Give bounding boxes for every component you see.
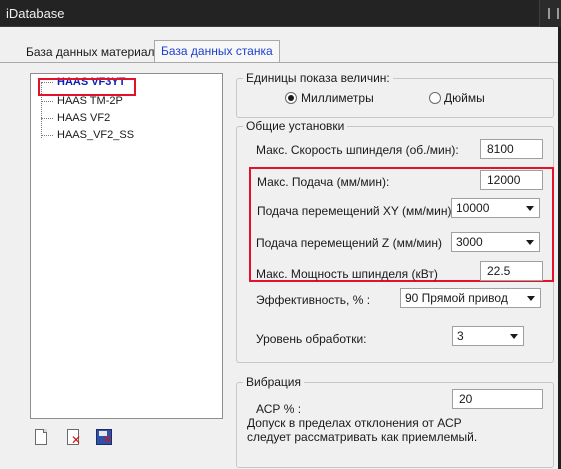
rapid-z-select[interactable]: 3000 [451, 232, 540, 252]
acp-note-line-2: следует рассматривать как приемлемый. [247, 430, 478, 444]
window-title: iDatabase [6, 6, 65, 21]
acp-field[interactable]: 20 [452, 389, 543, 409]
efficiency-value: 90 Прямой привод [405, 291, 508, 305]
tab-divider [0, 62, 558, 63]
rapid-xy-label: Подача перемещений XY (мм/мин): [257, 204, 455, 218]
tree-item-label: HAAS TM-2P [57, 95, 123, 107]
machining-level-select[interactable]: 3 [452, 326, 524, 346]
efficiency-select[interactable]: 90 Прямой привод [400, 288, 541, 308]
acp-label: АСР % : [256, 402, 302, 416]
tab-strip: База данных материала База данных станка [0, 40, 558, 63]
units-group-title: Единицы показа величин: [243, 71, 393, 85]
acp-note-line-1: Допуск в пределах отклонения от АСР [247, 416, 462, 430]
chevron-down-icon[interactable] [523, 289, 540, 307]
tree-item-label: HAAS_VF2_SS [57, 129, 135, 141]
efficiency-label: Эффективность, % : [256, 293, 371, 307]
machining-level-label: Уровень обработки: [256, 332, 367, 346]
chevron-down-icon[interactable] [522, 199, 539, 217]
tab-material-database[interactable]: База данных материала [20, 42, 167, 62]
max-spindle-speed-label: Макс. Скорость шпинделя (об./мин): [256, 143, 459, 157]
units-group: Единицы показа величин: [236, 71, 554, 118]
window-control-button[interactable] [539, 0, 561, 27]
title-bar: iDatabase [0, 0, 561, 27]
rapid-z-value: 3000 [456, 235, 483, 249]
rapid-xy-value: 10000 [456, 201, 490, 215]
max-feed-label: Макс. Подача (мм/мин): [257, 175, 390, 189]
machining-level-value: 3 [457, 329, 464, 343]
max-feed-field[interactable]: 12000 [480, 170, 543, 190]
dialog-body: База данных материала База данных станка… [0, 27, 558, 469]
radio-millimeters[interactable] [285, 92, 297, 104]
chevron-down-icon[interactable] [506, 327, 523, 345]
vibration-title: Вибрация [243, 375, 305, 389]
radio-inches-label: Дюймы [444, 91, 485, 105]
rapid-xy-select[interactable]: 10000 [451, 198, 540, 218]
rapid-z-label: Подача перемещений Z (мм/мин) [256, 236, 442, 250]
max-spindle-power-field[interactable]: 22.5 [480, 261, 543, 281]
radio-inches[interactable] [429, 92, 441, 104]
max-spindle-speed-field[interactable]: 8100 [480, 139, 543, 159]
delete-document-icon[interactable]: ✕ [66, 429, 82, 447]
chevron-down-icon[interactable] [522, 233, 539, 251]
machine-tree[interactable]: HAAS VF3YT HAAS TM-2P HAAS VF2 HAAS_VF2_… [30, 73, 223, 419]
max-spindle-power-label: Макс. Мощность шпинделя (кВт) [256, 267, 438, 281]
radio-millimeters-label: Миллиметры [301, 91, 374, 105]
tab-machine-database[interactable]: База данных станка [154, 40, 280, 63]
save-icon[interactable]: ✕ [96, 429, 112, 447]
tree-item-haas-vf2[interactable]: HAAS VF2 [41, 112, 110, 128]
new-document-icon[interactable] [34, 429, 50, 447]
tree-item-label: HAAS VF2 [57, 112, 111, 124]
selected-item-highlight [38, 78, 136, 96]
tree-item-haas-tm-2p[interactable]: HAAS TM-2P [41, 95, 123, 111]
tree-item-haas-vf2-ss[interactable]: HAAS_VF2_SS [41, 129, 134, 145]
general-settings-title: Общие установки [243, 119, 348, 133]
